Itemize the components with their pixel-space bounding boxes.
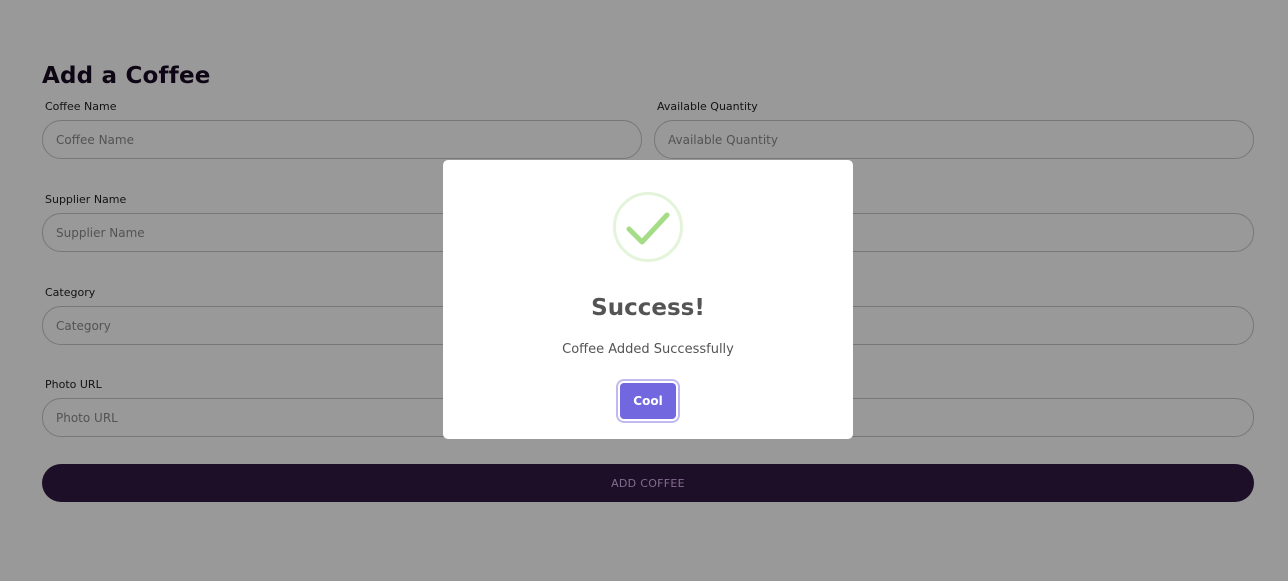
success-dialog: Success! Coffee Added Successfully Cool xyxy=(443,160,853,439)
dialog-message: Coffee Added Successfully xyxy=(562,342,734,357)
checkmark-icon xyxy=(613,192,683,262)
dialog-title: Success! xyxy=(591,295,705,321)
confirm-button[interactable]: Cool xyxy=(620,383,676,419)
